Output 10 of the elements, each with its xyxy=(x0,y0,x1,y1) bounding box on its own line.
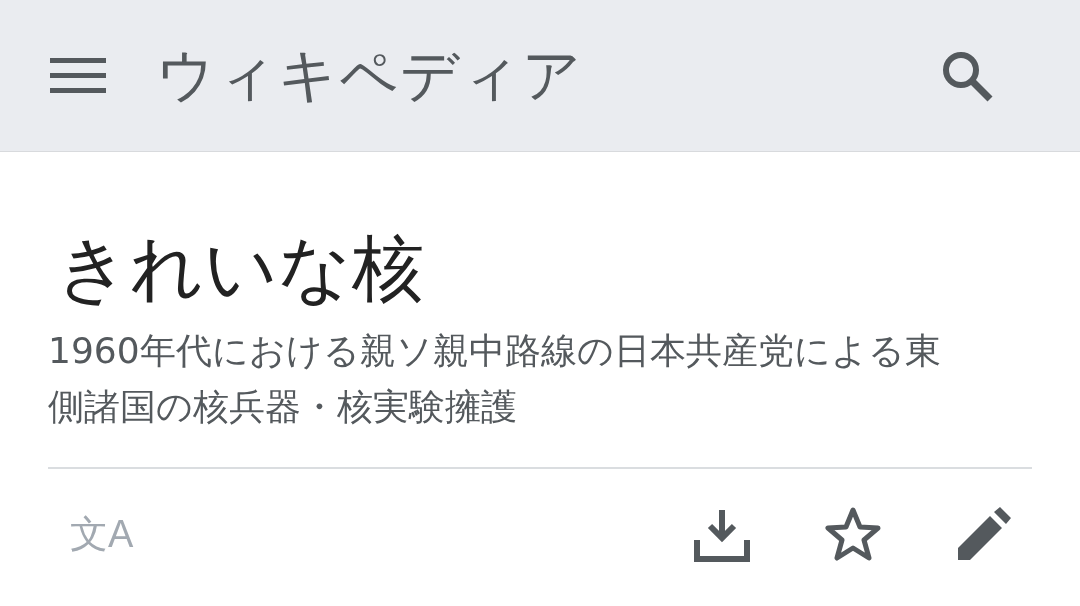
watch-button[interactable] xyxy=(824,506,882,563)
edit-button[interactable] xyxy=(956,506,1012,563)
wikipedia-logo: ウィキペディア xyxy=(156,41,584,110)
star-icon xyxy=(824,506,882,563)
article-description: 1960年代における親ソ親中路線の日本共産党による東側諸国の核兵器・核実験擁護 xyxy=(48,329,942,430)
menu-icon xyxy=(50,55,106,96)
pencil-icon xyxy=(956,506,1012,563)
language-button[interactable]: 文A xyxy=(66,508,138,560)
article-title: きれいな核 xyxy=(56,230,425,310)
menu-button[interactable] xyxy=(50,55,106,96)
